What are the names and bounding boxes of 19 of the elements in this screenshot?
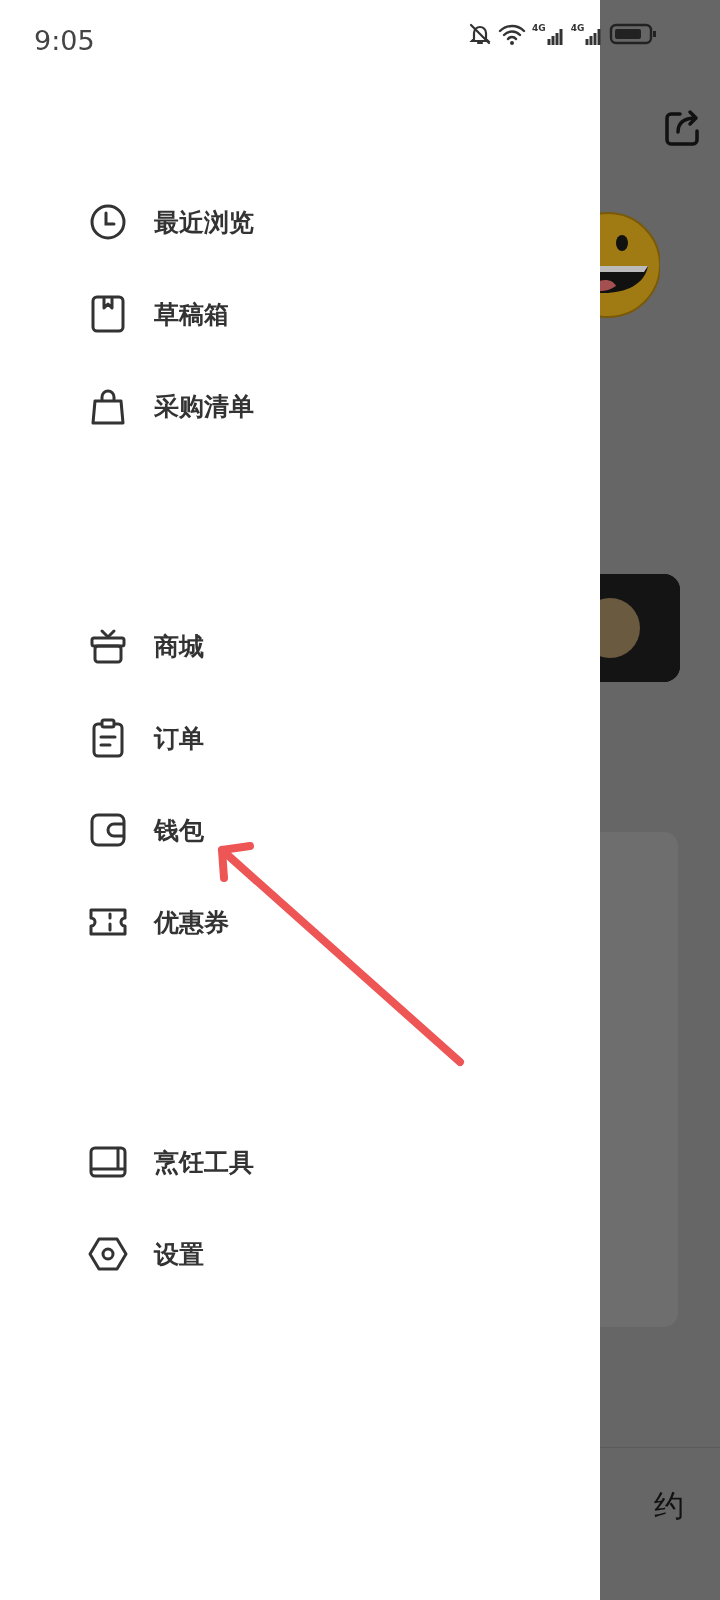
menu-item[interactable]: 设置 (154, 1237, 204, 1271)
menu-item[interactable]: 采购清单 (154, 389, 254, 423)
network-label: 4G (570, 23, 585, 33)
wifi-icon (498, 22, 526, 46)
muted-bell-icon (468, 22, 492, 46)
menu-item[interactable]: 最近浏览 (154, 205, 254, 239)
menu-item[interactable]: 商城 (154, 629, 204, 663)
menu-item[interactable]: 烹饪工具 (154, 1145, 254, 1179)
menu-item[interactable]: 优惠券 (154, 905, 229, 939)
text-fragment: 约 (654, 1487, 684, 1525)
menu-item[interactable]: 订单 (154, 721, 204, 755)
clock-icon (88, 202, 128, 242)
network-label: 4G (532, 23, 546, 33)
share-icon[interactable] (662, 108, 702, 148)
emoji-icon (600, 210, 660, 320)
menu-item[interactable]: 草稿箱 (154, 297, 229, 331)
menu-item[interactable]: 钱包 (154, 813, 204, 847)
status-time: 9:05 (34, 24, 95, 56)
battery-icon (609, 22, 658, 46)
